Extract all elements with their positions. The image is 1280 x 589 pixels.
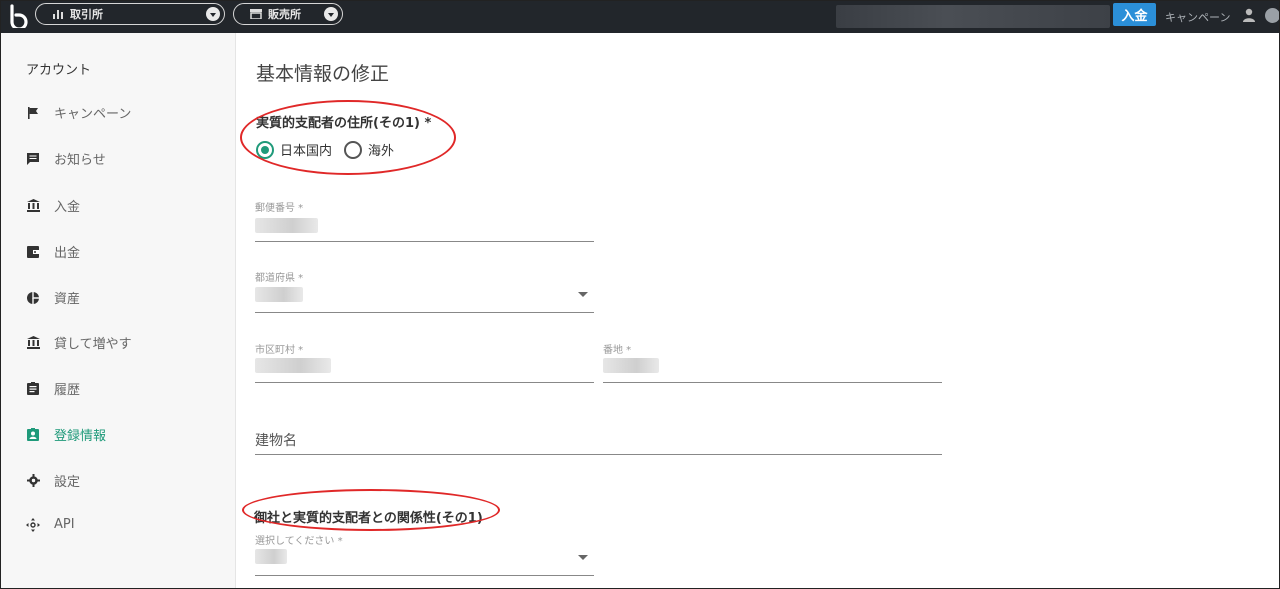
chevron-down-icon[interactable] <box>324 7 338 21</box>
exchange-label: 取引所 <box>70 8 103 21</box>
sidebar-item-label: 出金 <box>54 246 81 261</box>
street-label: 番地 * <box>603 345 632 356</box>
sidebar-item-registration[interactable]: 登録情報 <box>26 425 106 444</box>
exchange-tab[interactable]: 取引所 <box>35 3 225 25</box>
dropdown-arrow-icon[interactable] <box>578 292 588 297</box>
dropdown-arrow-icon[interactable] <box>578 555 588 560</box>
sidebar: アカウント キャンペーン お知らせ 入金 出金 資産 貸して増やす 履歴 登録情… <box>0 33 236 589</box>
deposit-button[interactable]: 入金 <box>1113 3 1156 26</box>
postal-code-label: 郵便番号 * <box>255 203 304 214</box>
chevron-down-icon[interactable] <box>206 7 220 21</box>
sidebar-item-label: キャンペーン <box>54 107 132 122</box>
sidebar-item-label: 貸して増やす <box>54 337 132 352</box>
sales-tab[interactable]: 販売所 <box>233 3 343 25</box>
sidebar-item-label: 入金 <box>54 200 81 215</box>
pie-chart-icon <box>26 291 40 305</box>
prefecture-value <box>255 287 303 302</box>
postal-code-field[interactable]: 郵便番号 * <box>255 196 594 242</box>
sidebar-item-lending[interactable]: 貸して増やす <box>26 333 132 352</box>
assignment-icon <box>26 382 40 396</box>
postal-code-value <box>255 218 318 233</box>
sales-label: 販売所 <box>268 8 301 21</box>
street-value <box>603 358 659 373</box>
store-icon <box>248 9 264 19</box>
building-placeholder: 建物名 <box>255 433 297 449</box>
sidebar-item-withdraw[interactable]: 出金 <box>26 242 80 261</box>
message-icon <box>26 152 40 166</box>
bank-icon <box>26 199 40 213</box>
campaign-link[interactable]: キャンペーン <box>1165 9 1230 25</box>
sidebar-item-label: 登録情報 <box>54 429 107 444</box>
city-value <box>255 358 331 373</box>
sidebar-item-deposit[interactable]: 入金 <box>26 196 80 215</box>
sidebar-title: アカウント <box>26 63 92 78</box>
relation-value <box>255 549 287 564</box>
bank-icon <box>26 336 40 350</box>
sidebar-item-news[interactable]: お知らせ <box>26 149 106 168</box>
highlight-oval <box>240 100 456 175</box>
id-card-icon <box>26 428 40 442</box>
sidebar-item-label: お知らせ <box>54 153 106 168</box>
bar-chart-icon <box>50 9 66 19</box>
city-label: 市区町村 * <box>255 345 304 356</box>
sidebar-item-campaign[interactable]: キャンペーン <box>26 103 131 122</box>
sidebar-item-history[interactable]: 履歴 <box>26 379 80 398</box>
sidebar-item-api[interactable]: API <box>26 517 75 532</box>
help-icon[interactable] <box>1265 8 1280 23</box>
main-content: 基本情報の修正 実質的支配者の住所(その1) * 日本国内 海外 郵便番号 * … <box>236 33 1276 589</box>
city-field[interactable]: 市区町村 * <box>255 338 594 383</box>
sidebar-item-label: 資産 <box>54 292 81 307</box>
sidebar-item-label: API <box>54 517 75 532</box>
relation-select-label: 選択してください * <box>255 536 343 547</box>
sidebar-item-settings[interactable]: 設定 <box>26 471 80 490</box>
api-icon <box>26 517 40 532</box>
wallet-icon <box>26 245 40 259</box>
user-icon[interactable] <box>1243 8 1255 22</box>
prefecture-label: 都道府県 * <box>255 273 304 284</box>
sidebar-item-label: 履歴 <box>54 383 81 398</box>
prefecture-select[interactable]: 都道府県 * <box>255 266 594 313</box>
flag-icon <box>26 106 40 120</box>
sidebar-item-label: 設定 <box>54 475 81 490</box>
street-field[interactable]: 番地 * <box>603 338 942 383</box>
top-bar: 取引所 販売所 入金 キャンペーン <box>0 0 1280 33</box>
ticker-bar <box>836 5 1110 28</box>
logo-icon[interactable] <box>8 4 30 28</box>
highlight-oval <box>242 489 500 531</box>
page-title: 基本情報の修正 <box>256 63 390 85</box>
gear-icon <box>26 474 40 488</box>
relation-select[interactable]: 選択してください * <box>255 530 594 576</box>
sidebar-item-assets[interactable]: 資産 <box>26 288 80 307</box>
building-field[interactable]: 建物名 <box>255 418 942 455</box>
